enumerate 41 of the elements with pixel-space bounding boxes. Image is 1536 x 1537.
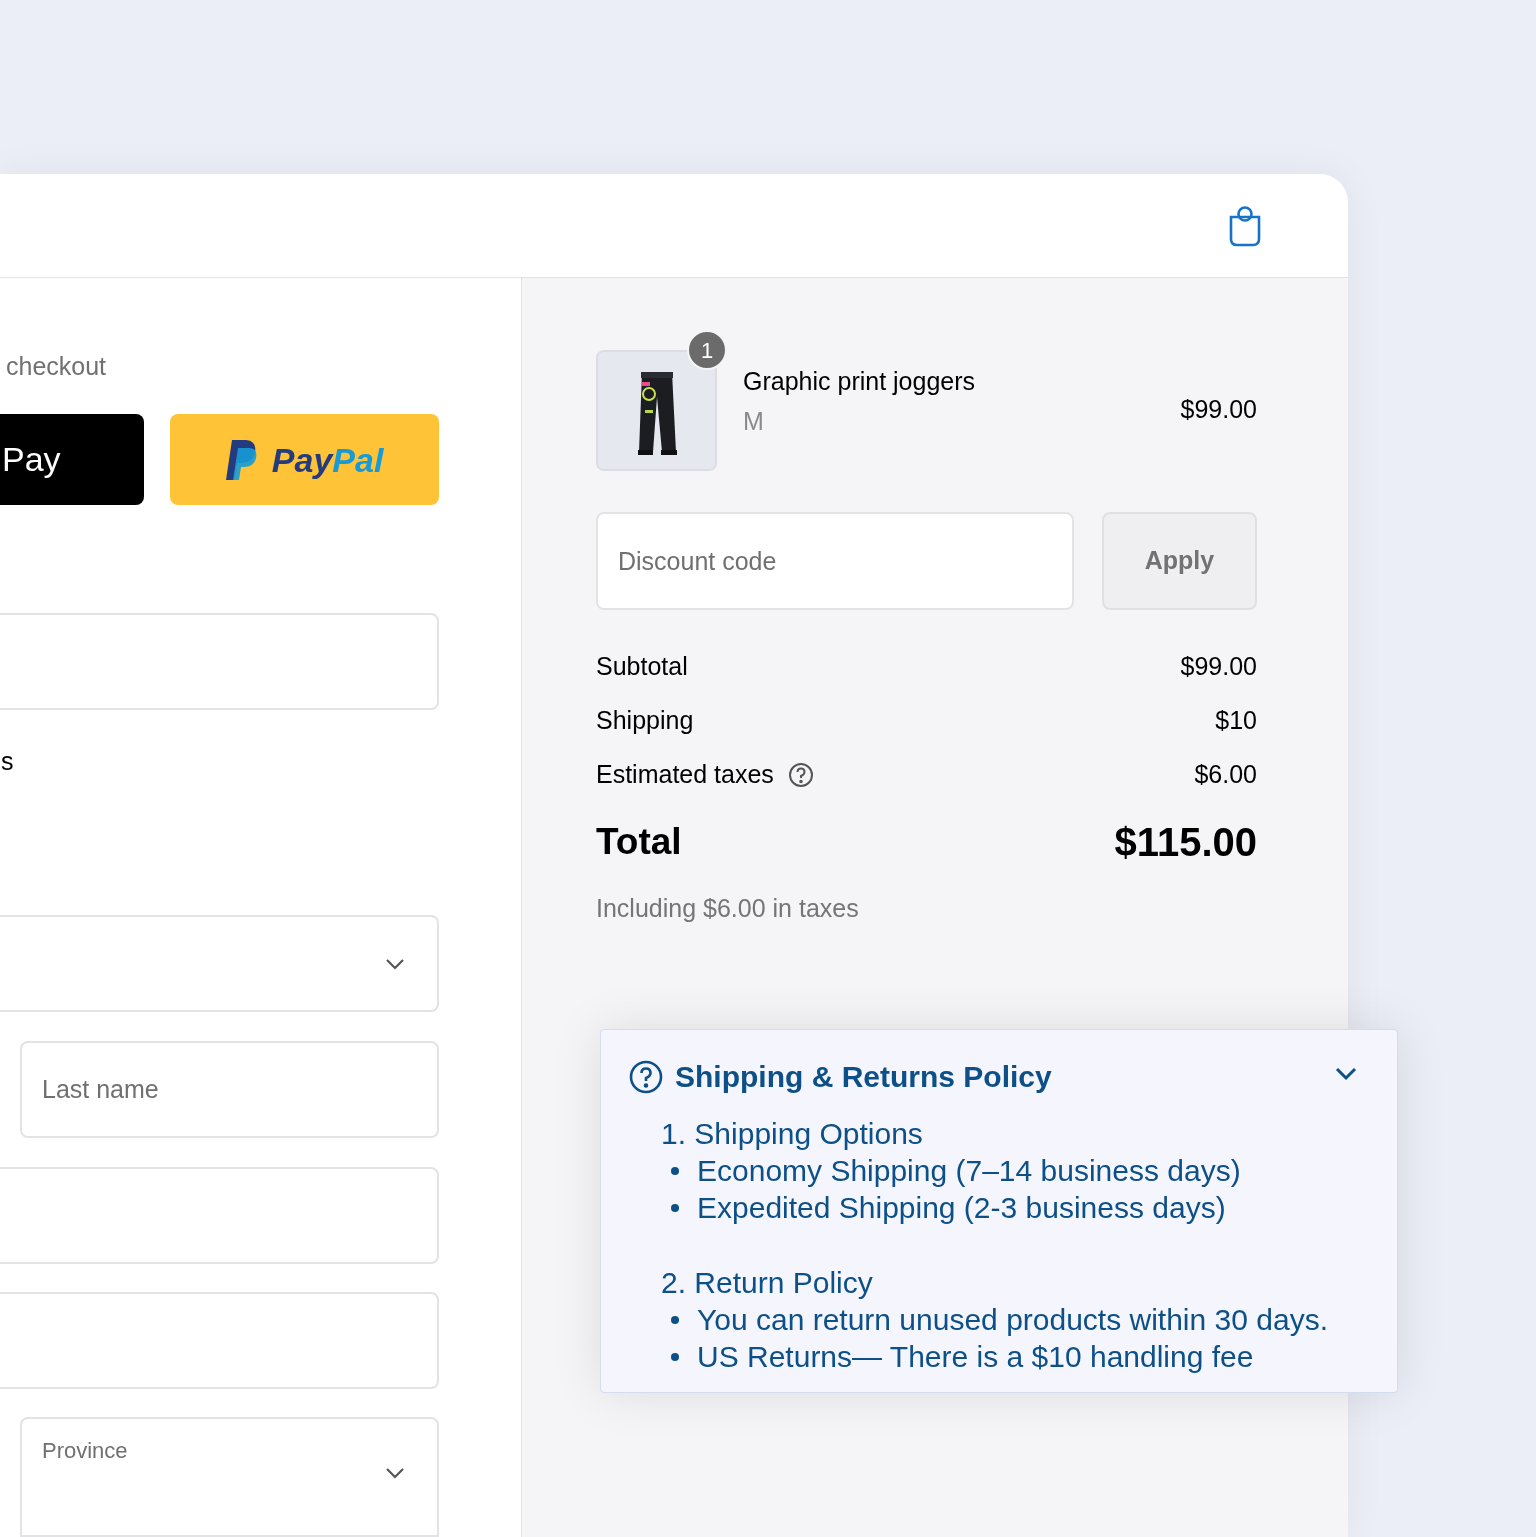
- chevron-button[interactable]: [1335, 1066, 1357, 1081]
- input-field[interactable]: [0, 1292, 439, 1389]
- paypal-p-icon: [225, 439, 258, 480]
- select-field[interactable]: [0, 915, 439, 1012]
- policy-text: Expedited Shipping (2-3 business days): [697, 1190, 1226, 1226]
- shopping-bag-icon[interactable]: [1228, 204, 1262, 247]
- province-select[interactable]: Province: [20, 1417, 439, 1537]
- summary-label: Estimated taxes: [596, 759, 774, 791]
- chevron-down-icon: [385, 957, 405, 970]
- policy-text: Economy Shipping (7–14 business days): [697, 1153, 1241, 1189]
- summary-label: Subtotal: [596, 651, 688, 683]
- summary-label: Shipping: [596, 705, 694, 737]
- tax-note: Including $6.00 in taxes: [596, 893, 860, 924]
- summary-value: $10: [1215, 705, 1257, 737]
- chevron-down-icon: [385, 1467, 405, 1479]
- section-heading: 2. Return Policy: [661, 1265, 874, 1301]
- total-value: $115.00: [1114, 819, 1257, 866]
- product-price: $99.00: [1180, 394, 1257, 426]
- summary-value: $6.00: [1194, 759, 1257, 791]
- section-heading: 1. Shipping Options: [661, 1116, 924, 1152]
- field-label: s: [0, 746, 15, 776]
- field-label: Province: [42, 1437, 128, 1465]
- policy-text: US Returns— There is a $10 handling fee: [697, 1339, 1254, 1375]
- help-icon[interactable]: [787, 762, 814, 788]
- product-variant: M: [743, 405, 765, 437]
- help-icon: [629, 1059, 663, 1094]
- policy-title: Shipping & Returns Policy: [675, 1059, 1052, 1095]
- paypal-button[interactable]: PayPal: [170, 414, 439, 505]
- summary-value: $99.00: [1180, 651, 1257, 683]
- input-field[interactable]: [0, 1167, 439, 1264]
- paypal-logo: PayPal: [271, 442, 384, 477]
- policy-text: You can return unused products within 30 days.: [697, 1302, 1328, 1338]
- input-field[interactable]: [0, 613, 439, 710]
- discount-code-field[interactable]: Discount code: [596, 512, 1074, 610]
- product-name: Graphic print joggers: [743, 365, 977, 397]
- quantity-badge: 1: [687, 330, 727, 370]
- pay-button[interactable]: Pay: [0, 414, 145, 505]
- last-name-field[interactable]: Last name: [20, 1041, 439, 1138]
- apply-button[interactable]: Apply: [1102, 512, 1257, 610]
- total-label: Total: [596, 820, 682, 865]
- section-heading: checkout: [5, 351, 108, 382]
